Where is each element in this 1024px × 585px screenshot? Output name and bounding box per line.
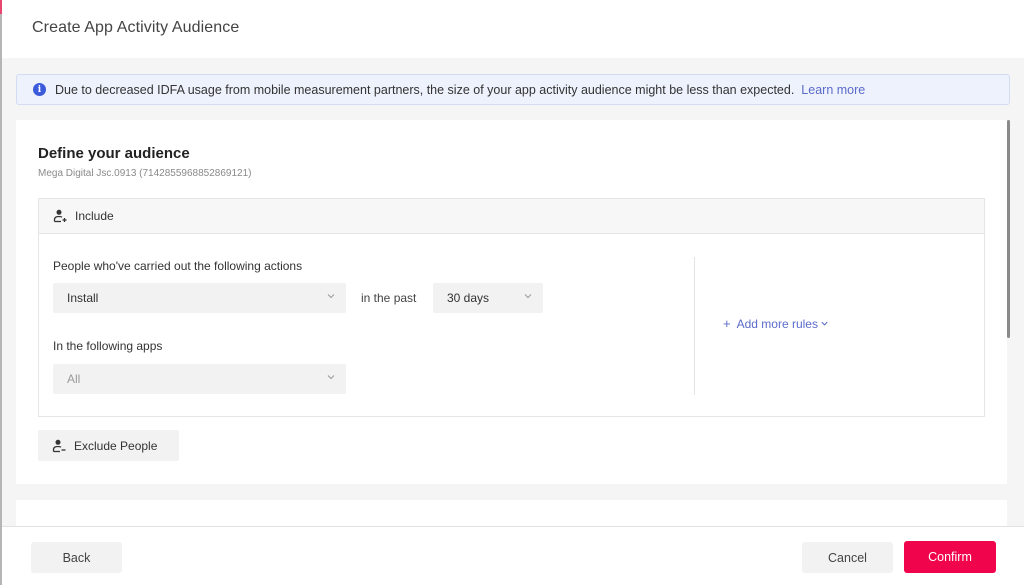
- modal-title: Create App Activity Audience: [32, 19, 240, 36]
- modal-body: i Due to decreased IDFA usage from mobil…: [2, 58, 1024, 526]
- action-select-value: Install: [67, 291, 99, 305]
- notice-text: Due to decreased IDFA usage from mobile …: [55, 82, 795, 97]
- include-header: Include: [39, 199, 984, 234]
- period-select[interactable]: 30 days: [433, 283, 543, 313]
- define-audience-card: Define your audience Mega Digital Jsc.09…: [16, 120, 1007, 484]
- info-icon: i: [33, 83, 46, 96]
- learn-more-link[interactable]: Learn more: [801, 83, 865, 97]
- person-remove-icon: [52, 439, 66, 452]
- confirm-button[interactable]: Confirm: [904, 541, 996, 573]
- next-section-card: [16, 500, 1007, 526]
- actions-label: People who've carried out the following …: [53, 259, 303, 273]
- apps-select[interactable]: All: [53, 364, 346, 394]
- rules-divider: [694, 257, 695, 395]
- modal-footer: Back Cancel Confirm: [2, 526, 1024, 585]
- idfa-notice-banner: i Due to decreased IDFA usage from mobil…: [16, 74, 1010, 105]
- chevron-down-icon: [821, 321, 828, 326]
- period-select-value: 30 days: [447, 291, 490, 305]
- apps-select-value: All: [67, 372, 81, 386]
- person-add-icon: [53, 209, 67, 223]
- add-more-rules-button[interactable]: + Add more rules: [723, 316, 829, 331]
- exclude-people-label: Exclude People: [74, 438, 158, 453]
- chevron-down-icon: [524, 294, 532, 299]
- back-button[interactable]: Back: [31, 542, 122, 573]
- apps-label: In the following apps: [53, 339, 163, 353]
- cancel-button[interactable]: Cancel: [802, 542, 893, 573]
- chevron-down-icon: [327, 294, 335, 299]
- include-label: Include: [75, 209, 114, 223]
- in-the-past-label: in the past: [361, 291, 417, 305]
- modal-header: Create App Activity Audience: [2, 0, 1024, 58]
- plus-icon: +: [723, 316, 731, 331]
- include-section: Include People who've carried out the fo…: [38, 198, 985, 417]
- scrollbar-thumb[interactable]: [1007, 120, 1010, 338]
- define-audience-title: Define your audience: [38, 145, 190, 162]
- chevron-down-icon: [327, 375, 335, 380]
- ad-account-label: Mega Digital Jsc.0913 (71428559688528691…: [38, 168, 252, 179]
- add-more-rules-label: Add more rules: [736, 316, 818, 331]
- exclude-people-button[interactable]: Exclude People: [38, 430, 179, 461]
- action-select[interactable]: Install: [53, 283, 346, 313]
